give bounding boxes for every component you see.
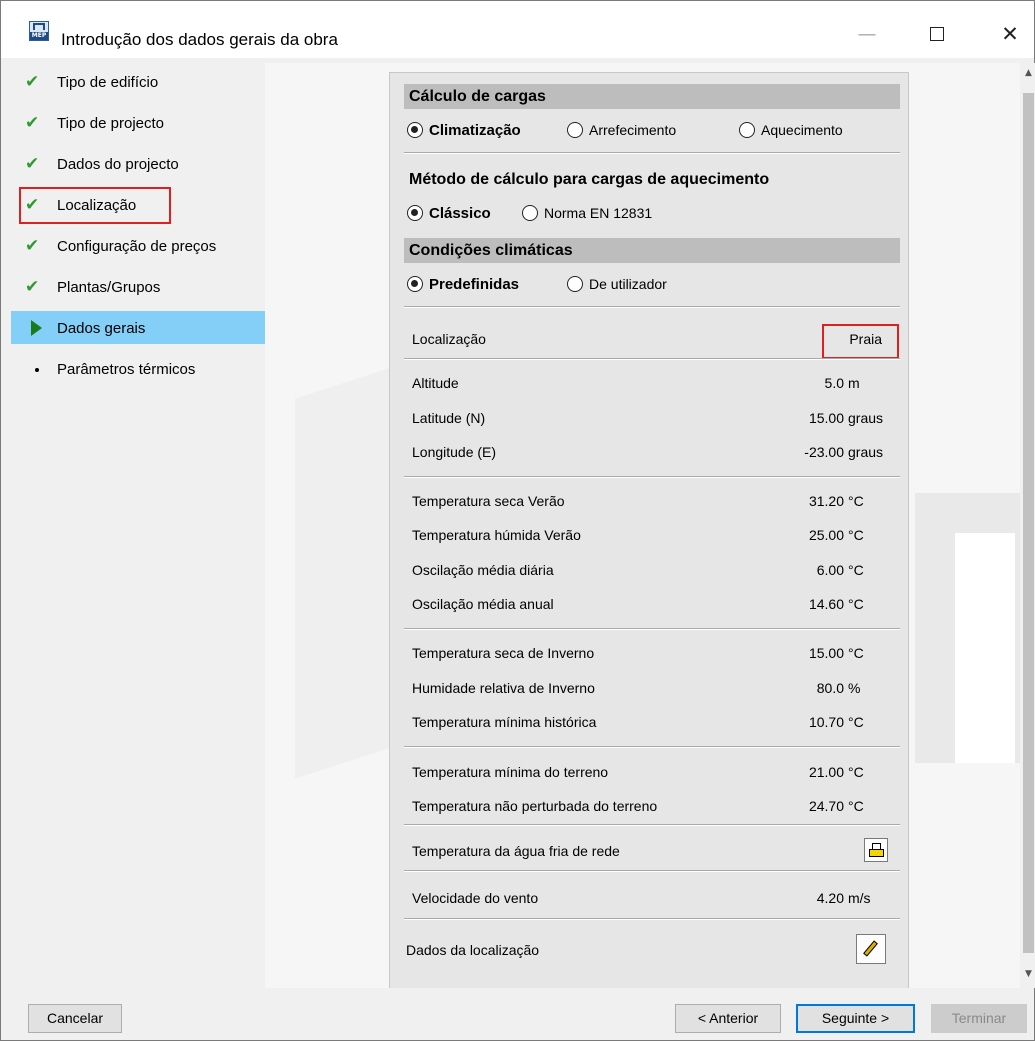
separator bbox=[404, 918, 900, 920]
water-temp-button[interactable] bbox=[864, 838, 888, 862]
maximize-icon[interactable] bbox=[926, 23, 948, 45]
temp-undisturbed-ground-row: Temperatura não perturbada do terreno 24.… bbox=[412, 796, 890, 818]
temp-dry-summer-row: Temperatura seca Verão 31.20 °C bbox=[412, 493, 864, 509]
separator bbox=[404, 358, 900, 360]
check-icon: ✔ bbox=[25, 154, 40, 174]
step-label: Dados do projecto bbox=[57, 156, 179, 173]
check-icon: ✔ bbox=[25, 113, 40, 133]
location-label: Localização bbox=[412, 331, 486, 347]
temp-wet-summer-row: Temperatura húmida Verão 25.00 °C bbox=[412, 527, 864, 543]
temp-undisturbed-ground-row-value: 24.70 bbox=[808, 798, 844, 814]
water-temp-label: Temperatura da água fria de rede bbox=[412, 843, 620, 859]
highlight-localizacao bbox=[19, 187, 171, 224]
wind-speed-row: Velocidade do vento 4.20 m/s bbox=[412, 888, 890, 910]
step-plantas-grupos[interactable]: ✔ Plantas/Grupos bbox=[11, 270, 265, 303]
location-data-row: Dados da localização bbox=[406, 940, 884, 962]
title-bar: MEP Introdução dos dados gerais da obra … bbox=[1, 1, 1034, 58]
step-dados-do-projecto[interactable]: ✔ Dados do projecto bbox=[11, 147, 265, 180]
climate-section-title: Condições climáticas bbox=[404, 238, 900, 263]
wizard-steps: ✔ Tipo de edifício ✔ Tipo de projecto ✔ … bbox=[11, 63, 265, 988]
separator bbox=[404, 824, 900, 826]
location-data-label: Dados da localização bbox=[406, 942, 540, 958]
step-configuracao-de-precos[interactable]: ✔ Configuração de preços bbox=[11, 229, 265, 262]
check-icon: ✔ bbox=[25, 277, 40, 297]
footer-bar: Cancelar < Anterior Seguinte > Terminar bbox=[1, 988, 1034, 1040]
separator bbox=[404, 476, 900, 478]
humidity-winter-row: Humidade relativa de Inverno 80.0 % bbox=[412, 680, 861, 696]
finish-button[interactable]: Terminar bbox=[931, 1004, 1027, 1033]
temp-min-ground-row: Temperatura mínima do terreno 21.00 °C bbox=[412, 762, 890, 784]
location-row: Localização bbox=[412, 329, 890, 351]
separator bbox=[404, 628, 900, 630]
dialog-window: MEP Introdução dos dados gerais da obra … bbox=[0, 0, 1035, 1041]
vertical-scrollbar[interactable]: ▲ ▼ bbox=[1020, 63, 1035, 988]
location-data-button[interactable] bbox=[856, 934, 886, 964]
separator bbox=[404, 306, 900, 308]
temp-dry-winter-row: Temperatura seca de Inverno 15.00 °C bbox=[412, 645, 864, 661]
check-icon: ✔ bbox=[25, 236, 40, 256]
check-icon: ✔ bbox=[25, 72, 40, 92]
scroll-down-icon[interactable]: ▼ bbox=[1023, 968, 1034, 980]
longitude-row: Longitude (E) -23.00 graus bbox=[412, 444, 884, 460]
step-tipo-de-projecto[interactable]: ✔ Tipo de projecto bbox=[11, 106, 265, 139]
step-label: Dados gerais bbox=[57, 320, 146, 337]
printer-icon bbox=[869, 843, 884, 857]
step-dados-gerais[interactable]: Dados gerais bbox=[11, 311, 265, 344]
method-title: Método de cálculo para cargas de aquecim… bbox=[409, 171, 770, 188]
latitude-row: Latitude (N) 15.00 graus bbox=[412, 410, 884, 426]
separator bbox=[404, 870, 900, 872]
water-temp-row: Temperatura da água fria de rede bbox=[412, 841, 890, 863]
general-data-panel: Cálculo de cargas Climatização Arrefecim… bbox=[389, 72, 909, 988]
separator bbox=[404, 746, 900, 748]
loads-section-title: Cálculo de cargas bbox=[404, 84, 900, 109]
window-title: Introdução dos dados gerais da obra bbox=[61, 30, 338, 49]
temp-undisturbed-ground-row-label: Temperatura não perturbada do terreno bbox=[412, 798, 658, 814]
scrollbar-thumb[interactable] bbox=[1023, 93, 1034, 953]
step-label: Tipo de edifício bbox=[57, 74, 159, 91]
step-label: Parâmetros térmicos bbox=[57, 361, 196, 378]
close-icon[interactable]: ✕ bbox=[999, 23, 1021, 45]
wind-speed-row-value: 4.20 bbox=[816, 890, 844, 906]
temp-min-historic-row: Temperatura mínima histórica 10.70 °C bbox=[412, 714, 864, 730]
step-label: Plantas/Grupos bbox=[57, 279, 161, 296]
bullet-icon bbox=[35, 368, 39, 372]
scroll-up-icon[interactable]: ▲ bbox=[1023, 67, 1034, 79]
highlight-praia bbox=[822, 324, 899, 359]
wind-speed-row-unit: m/s bbox=[848, 890, 871, 906]
temp-undisturbed-ground-row-unit: °C bbox=[848, 798, 864, 814]
app-icon-text: MEP bbox=[30, 32, 48, 40]
next-button[interactable]: Seguinte > bbox=[796, 1004, 915, 1033]
temp-min-ground-row-label: Temperatura mínima do terreno bbox=[412, 764, 609, 780]
previous-button[interactable]: < Anterior bbox=[675, 1004, 781, 1033]
temp-min-ground-row-value: 21.00 bbox=[808, 764, 844, 780]
temp-min-ground-row-unit: °C bbox=[848, 764, 864, 780]
minimize-icon[interactable]: — bbox=[856, 23, 878, 45]
wind-speed-row-label: Velocidade do vento bbox=[412, 890, 539, 906]
step-label: Configuração de preços bbox=[57, 238, 217, 255]
step-parametros-termicos[interactable]: Parâmetros térmicos bbox=[11, 352, 265, 385]
pencil-icon bbox=[863, 940, 878, 957]
triangle-icon bbox=[31, 320, 42, 336]
osc-daily-row: Oscilação média diária 6.00 °C bbox=[412, 562, 864, 578]
step-label: Tipo de projecto bbox=[57, 115, 165, 132]
app-icon: MEP bbox=[29, 21, 49, 41]
altitude-row: Altitude 5.0 m bbox=[412, 375, 860, 391]
separator bbox=[404, 152, 900, 154]
step-tipo-de-edificio[interactable]: ✔ Tipo de edifício bbox=[11, 65, 265, 98]
osc-annual-row: Oscilação média anual 14.60 °C bbox=[412, 596, 864, 612]
cancel-button[interactable]: Cancelar bbox=[28, 1004, 122, 1033]
